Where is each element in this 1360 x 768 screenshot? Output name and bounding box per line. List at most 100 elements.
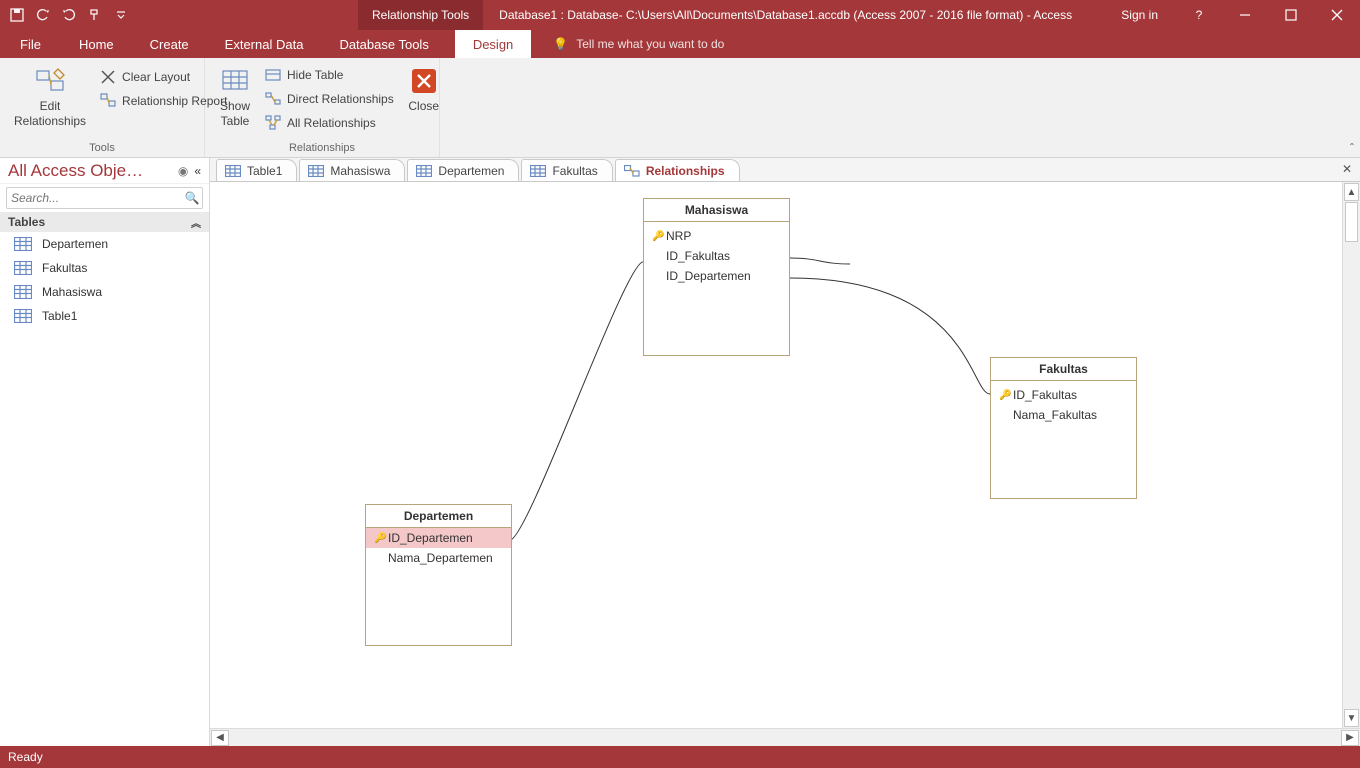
table-departemen[interactable]: Departemen 🔑ID_Departemen Nama_Departeme… xyxy=(365,504,512,646)
collapse-ribbon-button[interactable]: ˆ xyxy=(1350,141,1354,155)
status-text: Ready xyxy=(8,750,43,764)
show-table-icon xyxy=(219,65,251,97)
primary-key-icon: 🔑 xyxy=(652,231,666,242)
field-nama-fakultas[interactable]: Nama_Fakultas xyxy=(991,405,1136,425)
signin-link[interactable]: Sign in xyxy=(1103,8,1176,22)
doc-tab-relationships[interactable]: Relationships xyxy=(615,159,740,181)
collapse-group-icon[interactable]: ︽ xyxy=(191,215,201,230)
nav-item-departemen[interactable]: Departemen xyxy=(0,232,209,256)
relationships-canvas[interactable]: Mahasiswa 🔑NRP ID_Fakultas ID_Departemen… xyxy=(210,182,1360,728)
hide-table-button[interactable]: Hide Table xyxy=(259,63,400,87)
scroll-right-button[interactable]: ▶ xyxy=(1341,730,1359,746)
direct-relationships-icon xyxy=(265,91,281,107)
vertical-scrollbar[interactable]: ▲ ▼ xyxy=(1342,182,1360,728)
table-title: Departemen xyxy=(366,505,511,528)
statusbar: Ready xyxy=(0,746,1360,768)
qat-customize-button[interactable] xyxy=(108,0,134,30)
field-id-departemen[interactable]: 🔑ID_Departemen xyxy=(366,528,511,548)
group-label-relationships: Relationships xyxy=(211,140,433,157)
table-icon xyxy=(14,261,32,275)
close-window-button[interactable] xyxy=(1314,0,1360,30)
table-icon xyxy=(225,165,241,177)
undo-button[interactable] xyxy=(30,0,56,30)
tab-home[interactable]: Home xyxy=(61,30,132,58)
field-id-fakultas[interactable]: ID_Fakultas xyxy=(644,246,789,266)
close-icon xyxy=(408,65,440,97)
doc-tab-departemen[interactable]: Departemen xyxy=(407,159,519,181)
table-fields: 🔑ID_Fakultas Nama_Fakultas xyxy=(991,381,1136,429)
tell-me-search[interactable]: 💡 Tell me what you want to do xyxy=(531,30,724,58)
nav-item-mahasiswa[interactable]: Mahasiswa xyxy=(0,280,209,304)
field-nama-departemen[interactable]: Nama_Departemen xyxy=(366,548,511,568)
scroll-up-button[interactable]: ▲ xyxy=(1344,183,1359,201)
field-label: ID_Departemen xyxy=(666,269,751,283)
tell-me-placeholder: Tell me what you want to do xyxy=(576,37,724,51)
navpane-search[interactable]: 🔍 xyxy=(6,187,203,209)
relationships-icon xyxy=(624,165,640,177)
doc-tab-label: Table1 xyxy=(247,164,282,178)
hide-table-label: Hide Table xyxy=(287,68,343,82)
field-label: Nama_Departemen xyxy=(388,551,493,565)
pin-icon[interactable]: ◉ xyxy=(178,164,188,178)
show-table-button[interactable]: Show Table xyxy=(211,61,259,129)
navpane-group-tables[interactable]: Tables ︽ xyxy=(0,212,209,232)
edit-relationships-label: Edit Relationships xyxy=(14,99,86,129)
horizontal-scrollbar[interactable]: ◀ ▶ xyxy=(210,728,1360,746)
doc-tab-label: Fakultas xyxy=(552,164,597,178)
save-button[interactable] xyxy=(4,0,30,30)
close-tab-button[interactable]: ✕ xyxy=(1342,162,1352,176)
window-title: Database1 : Database- C:\Users\All\Docum… xyxy=(483,8,1103,22)
doc-tab-mahasiswa[interactable]: Mahasiswa xyxy=(299,159,405,181)
scroll-left-button[interactable]: ◀ xyxy=(211,730,229,746)
direct-relationships-button[interactable]: Direct Relationships xyxy=(259,87,400,111)
nav-item-label: Table1 xyxy=(42,309,77,323)
scroll-thumb[interactable] xyxy=(1345,202,1358,242)
format-painter-button[interactable] xyxy=(82,0,108,30)
tab-design[interactable]: Design xyxy=(455,30,531,58)
table-title: Mahasiswa xyxy=(644,199,789,222)
doc-tab-table1[interactable]: Table1 xyxy=(216,159,297,181)
ribbon-group-tools: Edit Relationships Clear Layout Relation… xyxy=(0,58,205,157)
table-mahasiswa[interactable]: Mahasiswa 🔑NRP ID_Fakultas ID_Departemen xyxy=(643,198,790,356)
all-relationships-button[interactable]: All Relationships xyxy=(259,111,400,135)
help-button[interactable]: ? xyxy=(1176,0,1222,30)
table-title: Fakultas xyxy=(991,358,1136,381)
primary-key-icon: 🔑 xyxy=(374,533,388,544)
nav-item-fakultas[interactable]: Fakultas xyxy=(0,256,209,280)
doc-tab-label: Mahasiswa xyxy=(330,164,390,178)
ribbon-group-relationships: Show Table Hide Table Direct Relationshi… xyxy=(205,58,440,157)
tab-external-data[interactable]: External Data xyxy=(207,30,322,58)
direct-relationships-label: Direct Relationships xyxy=(287,92,394,106)
close-button[interactable]: Close xyxy=(400,61,448,114)
hide-table-icon xyxy=(265,67,281,83)
table-icon xyxy=(14,309,32,323)
ribbon: Edit Relationships Clear Layout Relation… xyxy=(0,58,1360,158)
field-nrp[interactable]: 🔑NRP xyxy=(644,226,789,246)
field-id-fakultas[interactable]: 🔑ID_Fakultas xyxy=(991,385,1136,405)
edit-relationships-icon xyxy=(34,65,66,97)
chevron-left-icon[interactable]: « xyxy=(194,164,201,178)
search-input[interactable] xyxy=(7,191,182,205)
field-id-departemen[interactable]: ID_Departemen xyxy=(644,266,789,286)
field-label: ID_Departemen xyxy=(388,531,473,545)
workspace: All Access Obje… ◉ « 🔍 Tables ︽ Departem… xyxy=(0,158,1360,746)
redo-button[interactable] xyxy=(56,0,82,30)
edit-relationships-button[interactable]: Edit Relationships xyxy=(6,61,94,129)
table-fakultas[interactable]: Fakultas 🔑ID_Fakultas Nama_Fakultas xyxy=(990,357,1137,499)
field-label: NRP xyxy=(666,229,691,243)
navpane-group-label: Tables xyxy=(8,215,45,229)
tab-file[interactable]: File xyxy=(0,30,61,58)
minimize-button[interactable] xyxy=(1222,0,1268,30)
clear-layout-icon xyxy=(100,69,116,85)
search-icon[interactable]: 🔍 xyxy=(182,191,202,205)
table-fields: 🔑NRP ID_Fakultas ID_Departemen xyxy=(644,222,789,290)
scroll-down-button[interactable]: ▼ xyxy=(1344,709,1359,727)
doc-tab-label: Relationships xyxy=(646,164,725,178)
navpane-header[interactable]: All Access Obje… ◉ « xyxy=(0,158,209,184)
nav-item-table1[interactable]: Table1 xyxy=(0,304,209,328)
tab-database-tools[interactable]: Database Tools xyxy=(321,30,446,58)
maximize-button[interactable] xyxy=(1268,0,1314,30)
tab-create[interactable]: Create xyxy=(132,30,207,58)
window-controls: ? xyxy=(1176,0,1360,30)
doc-tab-fakultas[interactable]: Fakultas xyxy=(521,159,612,181)
